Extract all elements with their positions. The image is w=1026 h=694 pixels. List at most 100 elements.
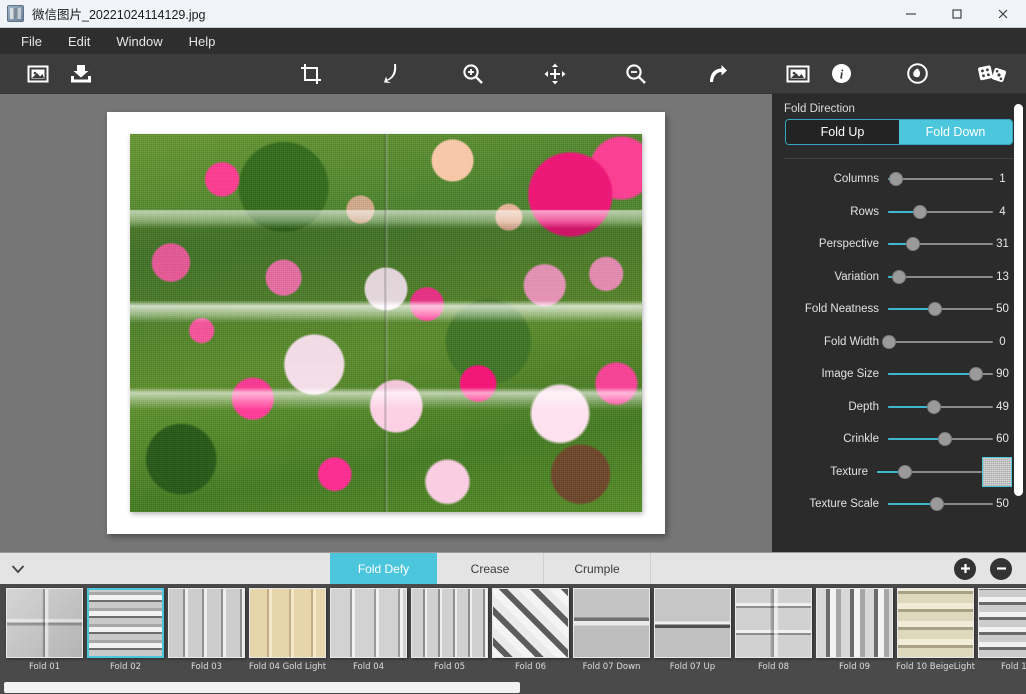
texture-swatch[interactable] [982,456,1012,487]
preset-thumbnail-label: Fold 06 [514,662,547,672]
slider-fill [888,373,977,376]
canvas-area[interactable] [0,94,772,552]
slider-knob[interactable] [930,497,945,512]
preset-thumbnail-image [330,588,407,658]
preset-thumbnail[interactable]: Fold 10 [976,588,1026,673]
slider-knob[interactable] [882,334,897,349]
slider-knob[interactable] [889,172,904,187]
fold-up-button[interactable]: Fold Up [786,120,899,144]
slider-track[interactable] [888,301,993,317]
preset-thumbnail[interactable]: Fold 06 [490,588,571,673]
window-controls [888,0,1026,28]
chevron-down-icon[interactable] [0,553,36,584]
preset-thumbnail[interactable]: Fold 04 [328,588,409,673]
open-image-icon[interactable] [16,55,60,93]
slider-row: Crinkle 60 [772,423,1026,456]
menu-help[interactable]: Help [176,31,229,52]
zoom-out-icon[interactable] [614,55,658,93]
slider-track[interactable] [888,496,993,512]
slider-row: Texture Scale 50 [772,488,1026,521]
slider-label: Fold Neatness [804,303,879,316]
menu-edit[interactable]: Edit [55,31,103,52]
maximize-icon[interactable] [934,0,980,28]
slider-track[interactable] [888,399,993,415]
slider-label: Image Size [821,368,879,381]
preset-thumbnail[interactable]: Fold 07 Down [571,588,652,673]
preset-thumbnail-strip[interactable]: Fold 01 Fold 02 Fold 03 Fold 04 Gold Light F… [0,584,1026,694]
menu-file[interactable]: File [8,31,55,52]
preset-thumbnail-label: Fold 05 [433,662,466,672]
slider-knob[interactable] [928,302,943,317]
menu-window[interactable]: Window [103,31,175,52]
tab-crease[interactable]: Crease [437,553,544,584]
preset-thumbnail-image [735,588,812,658]
slider-row: Image Size 90 [772,358,1026,391]
preset-thumbnail-label: Fold 09 [838,662,871,672]
slider-knob[interactable] [891,269,906,284]
settings-icon[interactable] [895,55,939,93]
svg-text:i: i [840,66,844,81]
slider-knob[interactable] [912,204,927,219]
slider-knob[interactable] [937,432,952,447]
close-icon[interactable] [980,0,1026,28]
preset-thumbnail[interactable]: Fold 01 [4,588,85,673]
info-icon[interactable]: i [820,55,864,93]
minimize-icon[interactable] [888,0,934,28]
save-image-icon[interactable] [59,55,103,93]
preset-thumbnail-label: Fold 01 [28,662,61,672]
pan-move-icon[interactable] [533,55,577,93]
presets-icon[interactable] [971,55,1015,93]
preset-thumbnail-label: Fold 02 [109,662,142,672]
preset-list: Fold 01 Fold 02 Fold 03 Fold 04 Gold Light F… [0,584,1026,673]
slider-track[interactable] [888,204,993,220]
preset-thumbnail-image [411,588,488,658]
right-settings-panel: Fold Direction Fold Up Fold Down Columns… [772,94,1026,552]
preset-thumbnail[interactable]: Fold 10 BeigeLight [895,588,976,673]
fit-image-icon[interactable] [777,55,821,93]
vertical-scrollbar[interactable] [1014,104,1023,496]
fold-down-button[interactable]: Fold Down [899,120,1012,144]
preset-thumbnail[interactable]: Fold 05 [409,588,490,673]
slider-track[interactable] [888,171,993,187]
slider-track[interactable] [888,431,993,447]
preset-thumbnail[interactable]: Fold 08 [733,588,814,673]
preset-thumbnail[interactable]: Fold 07 Up [652,588,733,673]
fold-direction-segmented: Fold Up Fold Down [785,119,1013,145]
preset-thumbnail[interactable]: Fold 09 [814,588,895,673]
workspace: Fold Direction Fold Up Fold Down Columns… [0,94,1026,552]
preset-thumbnail-label: Fold 07 Up [669,662,716,672]
main-toolbar: i [0,54,1026,94]
slider-knob[interactable] [898,464,913,479]
preset-thumbnail-label: Fold 07 Down [582,662,641,672]
slider-track[interactable] [877,464,982,480]
tab-fold-defy[interactable]: Fold Defy [330,553,437,584]
curve-tool-icon[interactable] [370,55,414,93]
slider-knob[interactable] [927,399,942,414]
crop-icon[interactable] [289,55,333,93]
slider-list: Columns 1 Rows 4 Perspective 31 Variation 13 Fol… [772,163,1026,521]
image-thumbnail-icon [7,5,24,22]
pink-rose-garden-photo[interactable] [130,134,642,512]
preset-thumbnail-label: Fold 04 Gold Light [248,662,327,672]
slider-knob[interactable] [906,237,921,252]
slider-track[interactable] [888,269,993,285]
horizontal-scrollbar[interactable] [0,681,1026,694]
photo-frame [107,112,665,534]
zoom-in-icon[interactable] [452,55,496,93]
add-preset-button[interactable] [954,557,976,580]
slider-knob[interactable] [969,367,984,382]
tab-crumple[interactable]: Crumple [544,553,651,584]
redo-arrow-icon[interactable] [695,55,739,93]
slider-track[interactable] [888,236,993,252]
preset-thumbnail-image [87,588,164,658]
preset-thumbnail[interactable]: Fold 03 [166,588,247,673]
preset-thumbnail[interactable]: Fold 02 [85,588,166,673]
preset-thumbnail[interactable]: Fold 04 Gold Light [247,588,328,673]
horizontal-scrollbar-thumb[interactable] [4,682,520,693]
slider-track[interactable] [882,334,993,350]
preset-thumbnail-label: Fold 03 [190,662,223,672]
slider-row: Columns 1 [772,163,1026,196]
remove-preset-button[interactable] [990,557,1012,580]
slider-track[interactable] [888,366,993,382]
preset-thumbnail-image [978,588,1026,658]
